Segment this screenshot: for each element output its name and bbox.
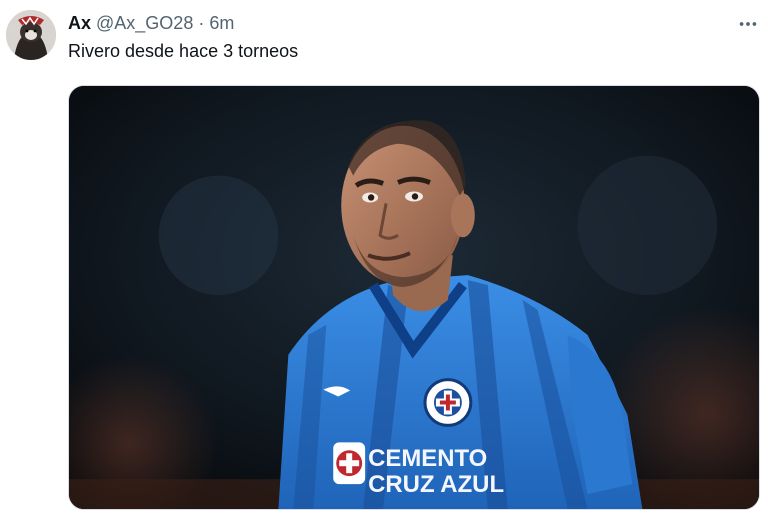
tweet-header: Ax @Ax_GO28 · 6m: [68, 11, 708, 35]
tweet-timestamp[interactable]: 6m: [209, 13, 234, 34]
tweet-text: Rivero desde hace 3 torneos: [68, 41, 299, 61]
jersey-sponsor-line2: CRUZ AZUL: [368, 471, 504, 498]
jersey-sponsor-line1: CEMENTO: [368, 445, 487, 472]
player-photo: CEMENTO CRUZ AZUL: [69, 86, 759, 509]
author-avatar[interactable]: [6, 10, 56, 60]
separator-dot: ·: [198, 12, 205, 33]
avatar-image: [6, 10, 56, 60]
tweet-photo[interactable]: CEMENTO CRUZ AZUL: [68, 85, 760, 510]
author-handle[interactable]: @Ax_GO28: [96, 13, 193, 34]
more-dots-icon[interactable]: [734, 10, 762, 38]
author-name[interactable]: Ax: [68, 13, 91, 34]
